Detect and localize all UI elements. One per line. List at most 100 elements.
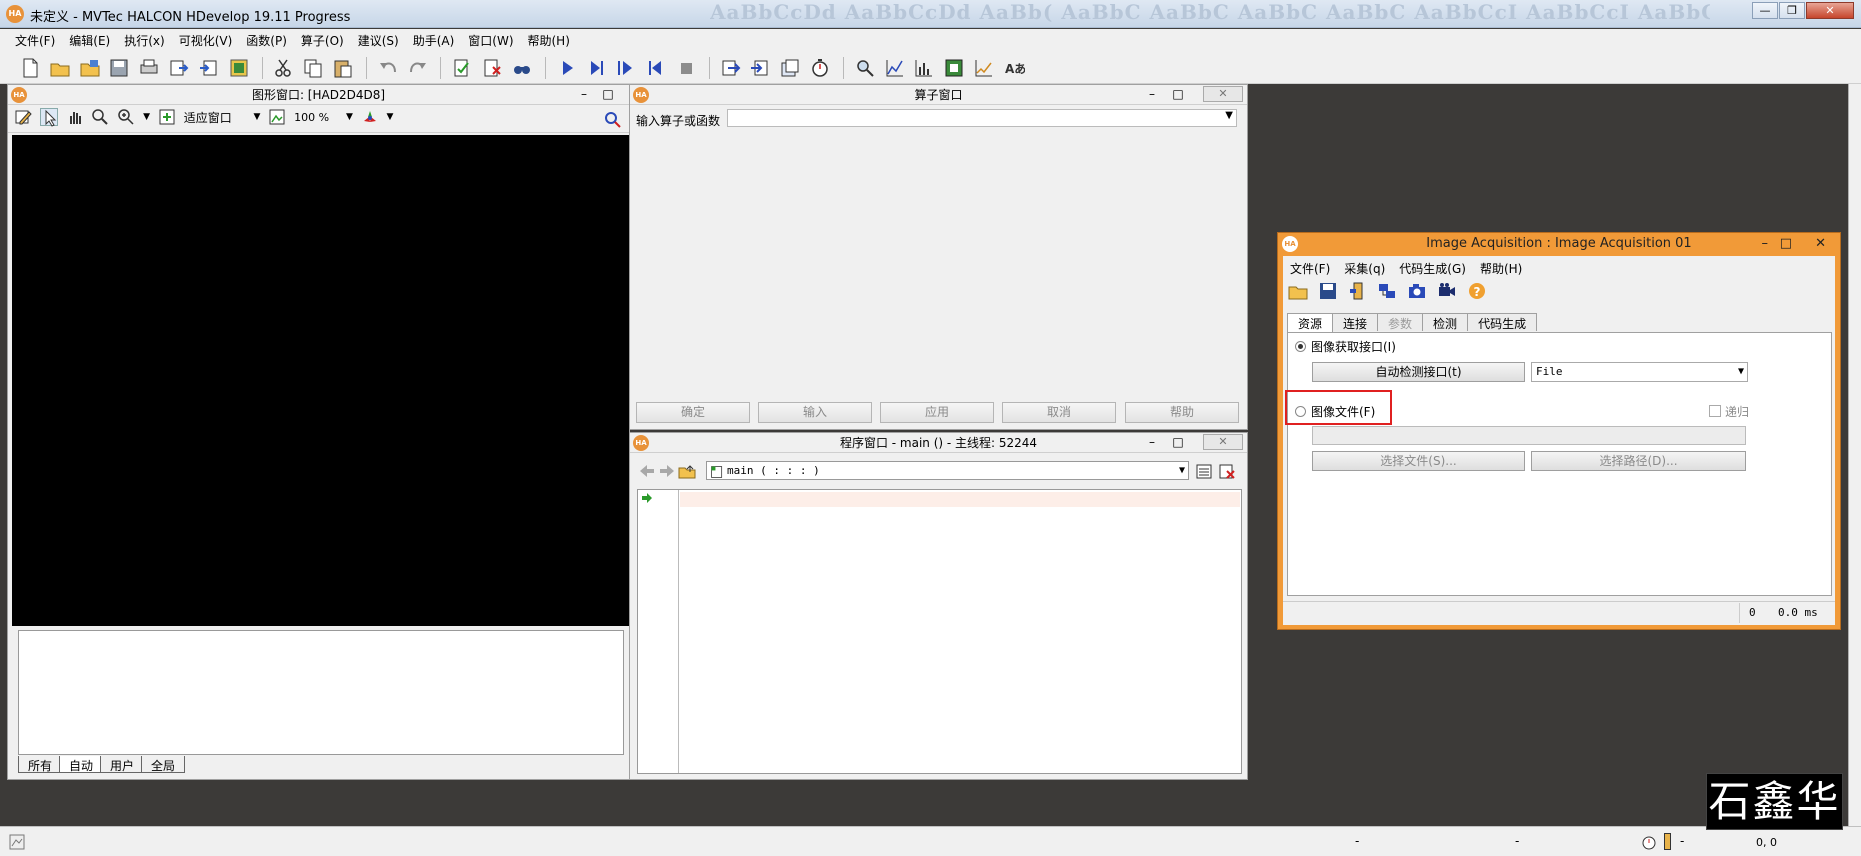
ia-menu-help[interactable]: 帮助(H) [1473, 258, 1529, 279]
connect-icon[interactable] [1347, 280, 1369, 302]
properties-icon[interactable] [227, 56, 251, 80]
pointer-icon[interactable] [39, 108, 58, 127]
tab-all[interactable]: 所有 [18, 756, 63, 773]
restore-button[interactable]: ❐ [1779, 2, 1805, 19]
maximize-icon[interactable]: □ [1780, 233, 1792, 255]
undo-icon[interactable] [376, 56, 400, 80]
close-button[interactable]: ✕ [1806, 2, 1854, 19]
minimize-button[interactable]: — [1752, 2, 1778, 19]
feature-histogram-icon[interactable] [912, 56, 936, 80]
interface-select[interactable]: File ▼ [1531, 362, 1748, 382]
menu-assistants[interactable]: 助手(A) [406, 29, 462, 52]
program-editor[interactable] [637, 489, 1242, 774]
cancel-button[interactable]: 取消 [1002, 402, 1116, 423]
help-button[interactable]: 帮助 [1125, 402, 1239, 423]
menu-suggestions[interactable]: 建议(S) [351, 29, 406, 52]
activate-line-icon[interactable] [450, 56, 474, 80]
new-file-icon[interactable] [18, 56, 42, 80]
tab-global[interactable]: 全局 [141, 756, 186, 773]
maximize-icon[interactable]: □ [599, 86, 617, 102]
tab-parameters[interactable]: 参数 [1377, 313, 1424, 331]
menu-execute[interactable]: 执行(x) [117, 29, 171, 52]
open-file-icon[interactable] [48, 56, 72, 80]
menu-edit[interactable]: 编辑(E) [62, 29, 117, 52]
autodetect-button[interactable]: 自动检测接口(t) [1312, 362, 1525, 382]
step-out-icon[interactable] [719, 56, 743, 80]
enter-button[interactable]: 输入 [758, 402, 872, 423]
live-video-icon[interactable] [1436, 280, 1458, 302]
stop-icon[interactable] [674, 56, 698, 80]
redo-icon[interactable] [406, 56, 430, 80]
ia-menu-codegen[interactable]: 代码生成(G) [1392, 258, 1473, 279]
chevron-down-icon[interactable]: ▼ [143, 112, 150, 122]
edit-icon[interactable] [14, 108, 32, 126]
deactivate-line-icon[interactable] [480, 56, 504, 80]
network-icon[interactable] [1376, 280, 1398, 302]
minimize-icon[interactable]: – [1143, 434, 1161, 450]
tab-user[interactable]: 用户 [100, 756, 145, 773]
save-icon[interactable] [1317, 280, 1339, 302]
reset-program-icon[interactable] [748, 56, 772, 80]
profiler-icon[interactable] [808, 56, 832, 80]
import-icon[interactable] [197, 56, 221, 80]
pan-hand-icon[interactable] [66, 108, 84, 126]
menu-help[interactable]: 帮助(H) [521, 29, 577, 52]
image-file-path-input[interactable] [1312, 426, 1746, 445]
select-file-button[interactable]: 选择文件(S)... [1312, 451, 1525, 471]
step-into-icon[interactable] [644, 56, 668, 80]
gray-histogram-icon[interactable] [883, 56, 907, 80]
paste-icon[interactable] [331, 56, 355, 80]
menu-file[interactable]: 文件(F) [8, 29, 62, 52]
minimize-icon[interactable]: – [1143, 86, 1161, 102]
zoom-icon[interactable] [117, 108, 135, 126]
graphics-canvas[interactable] [12, 135, 629, 626]
menu-procedures[interactable]: 函数(P) [239, 29, 294, 52]
run-to-insert-icon[interactable] [584, 56, 608, 80]
magnify-icon[interactable] [91, 108, 109, 126]
apply-button[interactable]: 应用 [880, 402, 994, 423]
minimize-icon[interactable]: – [575, 86, 593, 102]
zoom-percent-icon[interactable] [268, 108, 286, 126]
back-arrow-icon[interactable] [638, 462, 656, 480]
menu-operators[interactable]: 算子(O) [294, 29, 351, 52]
tab-source[interactable]: 资源 [1287, 313, 1334, 333]
menu-visualize[interactable]: 可视化(V) [172, 29, 240, 52]
print-icon[interactable] [137, 56, 161, 80]
chevron-down-icon[interactable]: ▼ [346, 112, 353, 122]
ok-button[interactable]: 确定 [636, 402, 750, 423]
minimize-icon[interactable]: – [1762, 233, 1769, 255]
inspect-icon[interactable] [603, 110, 621, 128]
tab-auto[interactable]: 自动 [59, 756, 104, 773]
tab-inspection[interactable]: 检测 [1422, 313, 1469, 331]
maximize-icon[interactable]: □ [1169, 434, 1187, 450]
close-icon[interactable]: ✕ [1203, 434, 1243, 450]
chevron-down-icon[interactable]: ▼ [1738, 363, 1744, 381]
operator-input-combo[interactable]: ▼ [727, 109, 1237, 127]
chevron-down-icon[interactable]: ▼ [1225, 110, 1233, 121]
tab-connection[interactable]: 连接 [1332, 313, 1379, 331]
open-example-icon[interactable] [78, 56, 102, 80]
step-over-icon[interactable] [614, 56, 638, 80]
chevron-down-icon[interactable]: ▼ [254, 112, 261, 122]
close-icon[interactable]: ✕ [1203, 86, 1243, 102]
forward-arrow-icon[interactable] [658, 462, 676, 480]
zoom-window-icon[interactable] [853, 56, 877, 80]
delete-procedure-icon[interactable] [1218, 462, 1236, 480]
fit-window-icon[interactable] [158, 108, 176, 126]
fit-window-label[interactable]: 适应窗口 [184, 109, 246, 126]
current-line[interactable] [680, 492, 1240, 507]
variable-output-area[interactable] [18, 630, 624, 755]
chevron-down-icon[interactable]: ▼ [1179, 462, 1185, 479]
feature-inspection-icon[interactable] [942, 56, 966, 80]
procedure-icon[interactable] [778, 56, 802, 80]
snap-camera-icon[interactable] [1406, 280, 1428, 302]
close-icon[interactable]: ✕ [1815, 233, 1826, 255]
procedure-selector[interactable]: main ( : : : ) ▼ [706, 461, 1189, 480]
select-directory-button[interactable]: 选择路径(D)... [1531, 451, 1746, 471]
run-icon[interactable] [555, 56, 579, 80]
recursive-checkbox[interactable] [1709, 405, 1721, 417]
chevron-down-icon[interactable]: ▼ [387, 112, 394, 122]
copy-icon[interactable] [301, 56, 325, 80]
color-palette-icon[interactable] [361, 108, 379, 126]
folder-up-icon[interactable] [678, 462, 696, 480]
